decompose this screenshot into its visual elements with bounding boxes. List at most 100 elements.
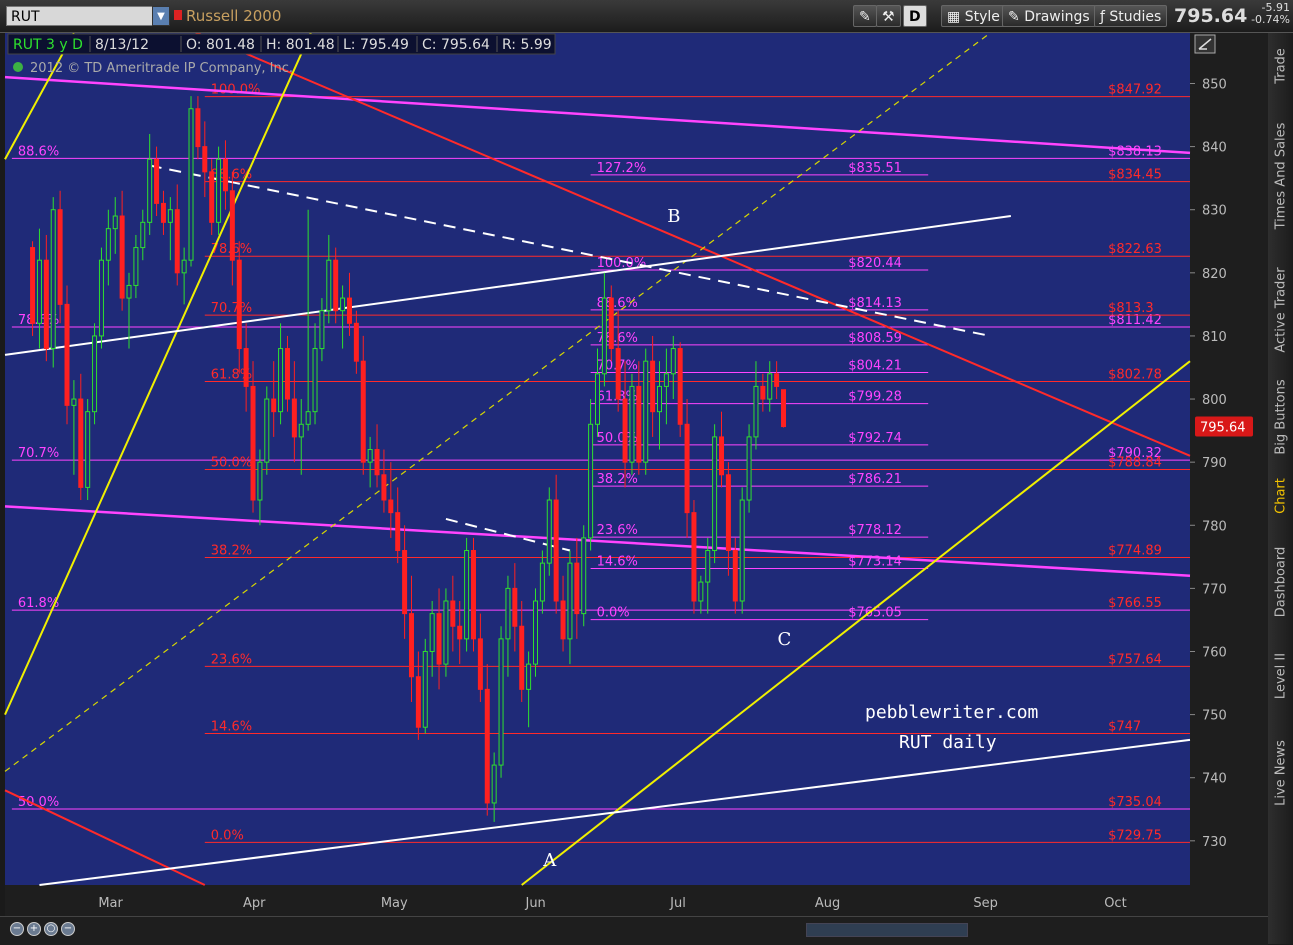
candle-body: [326, 259, 332, 312]
fib-level-label: 70.7%: [18, 446, 59, 461]
y-tick-label: 750: [1202, 709, 1227, 724]
fib-price-label: $766.55: [1108, 596, 1162, 611]
change-percent: -0.74%: [1251, 13, 1290, 26]
drawings-menu[interactable]: ✎ Drawings: [1002, 5, 1096, 27]
tab-live-news[interactable]: Live News: [1268, 715, 1293, 830]
candle-body: [484, 688, 490, 804]
time-axis[interactable]: [5, 885, 1190, 916]
candle-body: [526, 663, 532, 690]
fib-price-label: $813.3: [1108, 301, 1154, 316]
tab-big-buttons[interactable]: Big Buttons: [1268, 369, 1293, 464]
tab-level-ii[interactable]: Level II: [1268, 641, 1293, 711]
candle-body: [615, 348, 621, 400]
candle-body: [450, 600, 456, 627]
candle-body: [553, 499, 559, 602]
candle-body: [284, 348, 290, 400]
candle-body: [395, 512, 401, 552]
candle-body: [360, 360, 366, 463]
candle-body: [608, 297, 614, 350]
tools-icon[interactable]: ⚒: [876, 5, 901, 27]
symbol-input[interactable]: RUT: [6, 6, 154, 26]
price-chart[interactable]: 730 740 750 760 770 780 790 800 810 820 830 840 850 M…: [0, 33, 1268, 916]
candle-body: [443, 600, 449, 665]
zoom-reset-icon[interactable]: ○: [44, 922, 58, 936]
chart-scrollbar[interactable]: [806, 923, 968, 937]
style-menu[interactable]: ▦ Style: [941, 5, 1006, 27]
tab-label: Big Buttons: [1273, 378, 1288, 455]
y-tick-label: 850: [1202, 77, 1227, 92]
y-tick-label: 800: [1202, 393, 1227, 408]
tab-dashboard[interactable]: Dashboard: [1268, 527, 1293, 637]
studies-menu[interactable]: ƒ Studies: [1094, 5, 1168, 27]
candle-body: [643, 360, 649, 463]
drawings-label: Drawings: [1024, 9, 1090, 25]
candle-body: [346, 297, 352, 324]
candle-body: [195, 108, 201, 148]
candle-body: [498, 638, 504, 766]
copyright-text: 2012 © TD Ameritrade IP Company, Inc.: [30, 61, 293, 76]
info-field: H: 801.48: [266, 37, 335, 53]
candle-body: [629, 385, 635, 463]
candle-body: [57, 209, 63, 305]
candle-body: [388, 499, 394, 514]
candle-body: [663, 373, 669, 387]
tab-trade[interactable]: Trade: [1268, 35, 1293, 97]
period-button[interactable]: D: [903, 5, 927, 27]
fib-price-label: $820.44: [848, 256, 902, 271]
candle-body: [477, 638, 483, 690]
style-icon: ▦: [947, 9, 965, 25]
fib-level-label: 14.6%: [211, 720, 252, 735]
tab-active-trader[interactable]: Active Trader: [1268, 255, 1293, 365]
tab-label: Dashboard: [1273, 546, 1288, 618]
zoom-in-icon[interactable]: +: [27, 922, 41, 936]
tab-label: Live News: [1273, 739, 1288, 806]
tab-chart[interactable]: Chart: [1268, 468, 1293, 523]
candle-body: [650, 360, 656, 413]
zoom-out-icon[interactable]: −: [10, 922, 24, 936]
candle-body: [229, 190, 235, 261]
tab-label: Chart: [1273, 477, 1288, 514]
fib-price-label: $834.45: [1108, 168, 1162, 183]
x-tick-label: Jun: [524, 896, 545, 911]
fib-price-label: $735.04: [1108, 795, 1162, 810]
candle-body: [436, 613, 442, 665]
candle-body: [705, 550, 711, 583]
info-field: C: 795.64: [422, 37, 490, 53]
y-tick-label: 790: [1202, 456, 1227, 471]
y-tick-label: 780: [1202, 519, 1227, 534]
candle-body: [71, 398, 77, 406]
candle-body: [188, 108, 194, 261]
candle-body: [298, 423, 304, 438]
drawing-tools-icon[interactable]: ✎: [853, 5, 877, 27]
info-field: R: 5.99: [502, 37, 552, 53]
candle-body: [167, 209, 173, 223]
symbol-name: Russell 2000: [186, 7, 282, 25]
y-tick-label: 770: [1202, 582, 1227, 597]
symbol-dropdown-icon[interactable]: ▼: [152, 6, 170, 26]
last-price: 795.64: [1174, 5, 1248, 27]
pencil-icon: ✎: [1008, 9, 1025, 25]
x-tick-label: Mar: [98, 896, 123, 911]
fib-price-label: $774.89: [1108, 544, 1162, 559]
candle-body: [147, 158, 153, 223]
y-tick-label: 840: [1202, 141, 1227, 156]
fib-level-label: 38.2%: [211, 544, 252, 559]
tab-times-and-sales[interactable]: Times And Sales: [1268, 101, 1293, 251]
zoom-fit-icon[interactable]: −: [61, 922, 75, 936]
candle-body: [732, 550, 738, 602]
watermark-caption: RUT daily: [899, 732, 997, 753]
fib-price-label: $747: [1108, 720, 1141, 735]
candle-body: [257, 461, 263, 501]
fib-price-label: $822.63: [1108, 242, 1162, 257]
candle-body: [181, 259, 187, 274]
candle-body: [271, 398, 277, 413]
bottom-bar: − + ○ −: [0, 916, 1268, 945]
info-field: O: 801.48: [186, 37, 255, 53]
right-sidebar: Trade Times And Sales Active Trader Big But…: [1268, 33, 1293, 944]
style-label: Style: [964, 9, 1000, 25]
candle-body: [532, 600, 538, 665]
candle-body: [657, 385, 663, 413]
fib-level-label: 127.2%: [597, 161, 647, 176]
candle-body: [402, 550, 408, 615]
candle-body: [470, 550, 476, 640]
